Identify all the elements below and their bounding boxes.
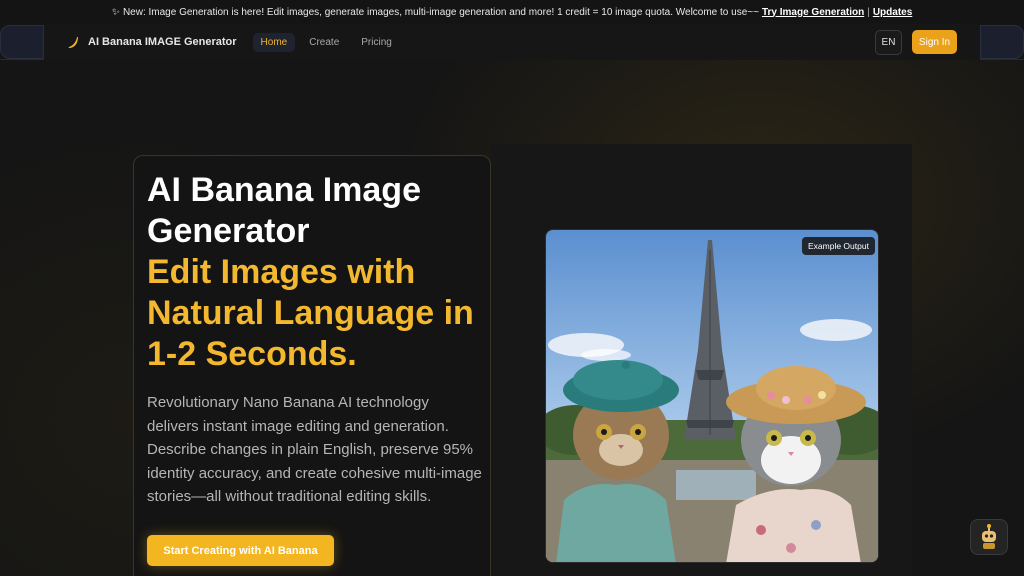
nav-pricing[interactable]: Pricing	[353, 33, 400, 52]
banana-icon	[68, 37, 78, 48]
hero-title: AI Banana Image Generator	[147, 171, 421, 250]
navbar-right-edge	[980, 25, 1024, 59]
announcement-text: New: Image Generation is here! Edit imag…	[122, 6, 759, 18]
try-image-generation-link[interactable]: Try Image Generation	[762, 7, 864, 18]
announcement-separator: |	[867, 6, 870, 18]
brand-logo-link[interactable]: AI Banana IMAGE Generator	[66, 35, 237, 49]
hero-subtitle: Edit Images with Natural Language in 1-2…	[147, 253, 474, 373]
navbar-left-edge	[0, 25, 44, 59]
sparkle-icon: ✨︎	[111, 6, 120, 18]
navbar-inner: AI Banana IMAGE Generator Home Create Pr…	[44, 24, 980, 60]
language-button[interactable]: EN	[875, 29, 902, 55]
top-navbar: AI Banana IMAGE Generator Home Create Pr…	[0, 24, 1024, 60]
brand-name: AI Banana IMAGE Generator	[88, 36, 237, 48]
updates-link[interactable]: Updates	[873, 7, 912, 18]
start-creating-button[interactable]: Start Creating with AI Banana	[147, 535, 334, 566]
example-output-image	[545, 229, 879, 563]
assistant-bot-button[interactable]	[970, 519, 1008, 555]
sign-in-button[interactable]: Sign In	[912, 30, 957, 54]
nav-actions: EN Sign In	[875, 29, 957, 55]
announcement-bar: ✨︎ New: Image Generation is here! Edit i…	[0, 0, 1024, 24]
nav-links: Home Create Pricing	[252, 32, 400, 52]
example-output-badge: Example Output	[802, 237, 875, 255]
hero-description: Revolutionary Nano Banana AI technology …	[147, 394, 482, 505]
robot-assistant-icon	[982, 524, 996, 549]
nav-create[interactable]: Create	[301, 33, 347, 52]
nav-home[interactable]: Home	[252, 32, 296, 52]
